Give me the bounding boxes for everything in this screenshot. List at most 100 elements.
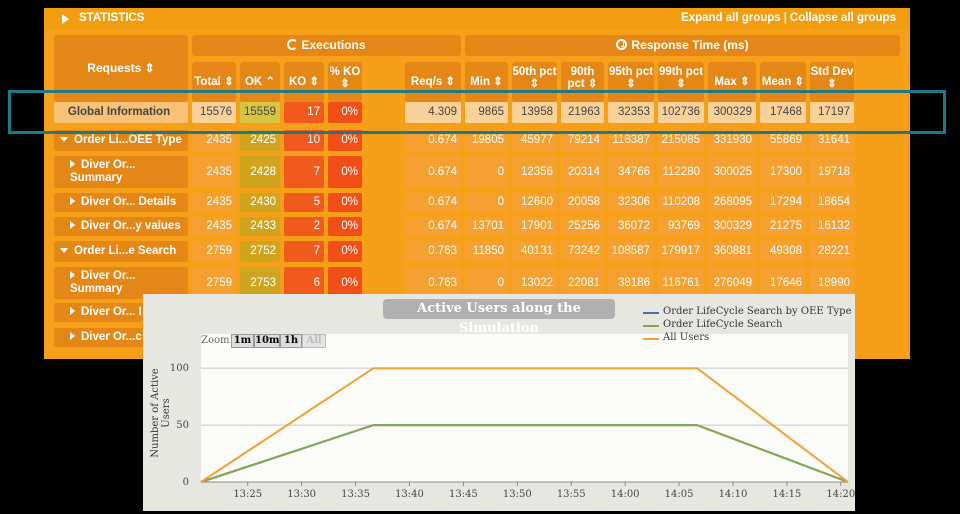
cell-pct-ko: 0%	[328, 156, 362, 188]
cell-p99: 110208	[658, 193, 704, 212]
request-name-cell[interactable]: Order Li...e Search	[54, 241, 188, 262]
cell-req-per-sec: 0.674	[405, 156, 461, 188]
cell-total: 2435	[192, 217, 236, 236]
request-name-cell[interactable]: Diver Or... Details	[54, 193, 188, 212]
cell-p99: 112280	[658, 156, 704, 188]
statistics-title: STATISTICS	[79, 12, 145, 24]
group-links: Expand all groups | Collapse all groups	[681, 12, 896, 24]
cell-pct-ko: 0%	[328, 241, 362, 262]
collapse-triangle-icon[interactable]	[62, 14, 69, 24]
request-name-label: Order Li...OEE Type	[74, 134, 182, 146]
request-name-cell[interactable]: Diver Or...y values	[54, 217, 188, 236]
legend-label-all-users: All Users	[663, 332, 710, 343]
request-name-label: Diver Or...y values	[81, 220, 181, 232]
cell-ok: 2433	[240, 217, 280, 236]
y-tick-label: 50	[176, 420, 189, 431]
x-tick-label: 13:55	[557, 489, 586, 500]
statistics-header: STATISTICS Expand all groups | Collapse al…	[44, 8, 910, 30]
table-row[interactable]: Diver Or... Details 2435 2430 5 0% 0.674 0 1260…	[44, 193, 910, 213]
expand-all-groups-link[interactable]: Expand all groups	[681, 12, 781, 24]
x-tick-label: 14:20	[826, 489, 855, 500]
cell-min: 13701	[465, 217, 508, 236]
expand-right-icon[interactable]	[70, 197, 75, 205]
table-row[interactable]: Diver Or... Summary 2435 2428 7 0% 0.674 0 1235…	[44, 156, 910, 189]
zoom-1m-button[interactable]: 1m	[231, 334, 254, 348]
cell-ko: 5	[284, 193, 324, 212]
x-tick-label: 13:30	[287, 489, 316, 500]
x-tick-label: 13:45	[449, 489, 478, 500]
cell-std-dev: 18654	[810, 193, 854, 212]
cell-p90: 25256	[561, 217, 604, 236]
active-users-chart: 0 50 100 13:25 13:30 13:35 13:40 13:45 13:50 13:5…	[143, 294, 855, 511]
cell-req-per-sec: 0.674	[405, 217, 461, 236]
legend-swatch-all-users	[643, 338, 659, 340]
expand-right-icon[interactable]	[70, 221, 75, 229]
x-tick-label: 13:50	[503, 489, 532, 500]
cell-p50: 12600	[512, 193, 557, 212]
cell-mean: 21275	[760, 217, 806, 236]
cell-mean: 17300	[760, 156, 806, 188]
x-tick-label: 13:35	[341, 489, 370, 500]
chart-title: Active Users along the Simulation	[383, 299, 615, 336]
cell-max: 300025	[708, 156, 756, 188]
cell-ko: 2	[284, 217, 324, 236]
cell-p50: 40131	[512, 241, 557, 262]
cell-p95: 36072	[608, 217, 654, 236]
collapse-all-groups-link[interactable]: Collapse all groups	[790, 12, 896, 24]
table-row[interactable]: Diver Or...y values 2435 2433 2 0% 0.674 13701…	[44, 217, 910, 237]
zoom-all-button[interactable]: All	[302, 334, 326, 348]
cell-ok: 2428	[240, 156, 280, 188]
refresh-icon	[287, 39, 299, 50]
cell-ok: 2752	[240, 241, 280, 262]
cell-req-per-sec: 0.763	[405, 241, 461, 262]
cell-p90: 20314	[561, 156, 604, 188]
expand-right-icon[interactable]	[70, 332, 75, 340]
request-name-label: Diver Or... Details	[81, 196, 177, 208]
request-name-cell[interactable]: Diver Or... Summary	[54, 156, 188, 188]
cell-mean: 17294	[760, 193, 806, 212]
expand-right-icon[interactable]	[70, 160, 75, 168]
global-information-highlight-box	[8, 90, 946, 134]
legend-label-oee: Order LifeCycle Search by OEE Type	[663, 306, 852, 317]
y-axis-label: Number of Active Users	[150, 368, 172, 458]
cell-total: 2435	[192, 156, 236, 188]
cell-p50: 17901	[512, 217, 557, 236]
cell-ko: 7	[284, 156, 324, 188]
cell-max: 300329	[708, 217, 756, 236]
zoom-label: Zoom	[201, 335, 230, 346]
cell-p95: 108587	[608, 241, 654, 262]
expand-right-icon[interactable]	[70, 271, 75, 279]
request-name-label: Diver Or... I	[81, 306, 142, 318]
legend-swatch-search	[643, 325, 659, 327]
x-tick-label: 14:15	[772, 489, 801, 500]
request-name-label: Order Li...e Search	[74, 245, 177, 257]
cell-p95: 32306	[608, 193, 654, 212]
cell-p99: 93769	[658, 217, 704, 236]
cell-min: 0	[465, 193, 508, 212]
executions-group-header: Executions	[192, 35, 461, 56]
legend-label-search: Order LifeCycle Search	[663, 319, 783, 330]
x-tick-label: 14:05	[665, 489, 694, 500]
expand-down-icon[interactable]	[60, 248, 68, 253]
cell-total: 2759	[192, 241, 236, 262]
request-name-label: Diver Or...c	[81, 331, 142, 343]
expand-down-icon[interactable]	[60, 137, 68, 142]
cell-std-dev: 16132	[810, 217, 854, 236]
x-tick-label: 13:40	[395, 489, 424, 500]
cell-min: 11850	[465, 241, 508, 262]
expand-right-icon[interactable]	[70, 307, 75, 315]
cell-ko: 7	[284, 241, 324, 262]
cell-p99: 179917	[658, 241, 704, 262]
response-time-header-label: Response Time (ms)	[631, 38, 749, 52]
cell-max: 360881	[708, 241, 756, 262]
cell-std-dev: 19718	[810, 156, 854, 188]
table-row[interactable]: Order Li...e Search 2759 2752 7 0% 0.763 11850…	[44, 241, 910, 263]
cell-mean: 49308	[760, 241, 806, 262]
cell-total: 2435	[192, 193, 236, 212]
clock-icon	[616, 39, 628, 50]
x-tick-label: 13:25	[233, 489, 262, 500]
zoom-10m-button[interactable]: 10m	[254, 334, 280, 348]
x-tick-label: 14:00	[611, 489, 640, 500]
cell-p90: 73242	[561, 241, 604, 262]
zoom-1h-button[interactable]: 1h	[280, 334, 302, 348]
